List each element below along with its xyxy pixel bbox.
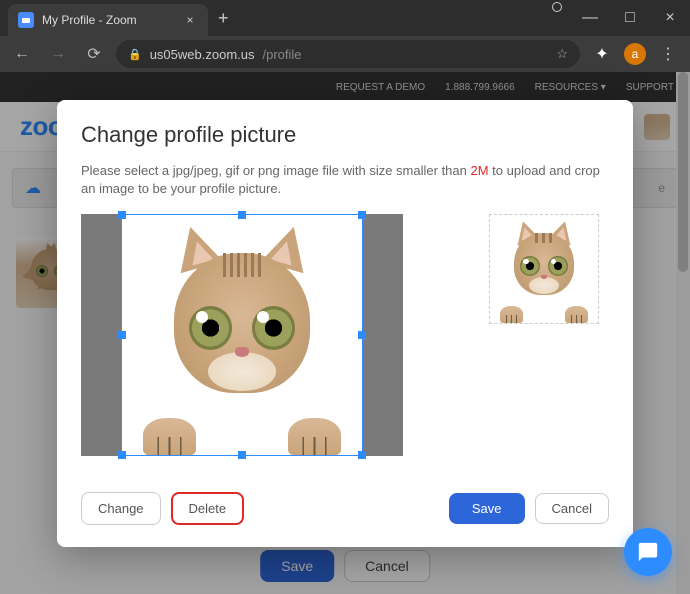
- crop-handle-tl[interactable]: [118, 211, 126, 219]
- minimize-button[interactable]: —: [570, 2, 610, 34]
- chat-icon: [637, 541, 659, 563]
- url-field[interactable]: 🔒 us05web.zoom.us/profile ☆: [116, 40, 580, 68]
- crop-handle-ml[interactable]: [118, 331, 126, 339]
- modal-actions: Change Delete Save Cancel: [81, 492, 609, 525]
- chrome-profile-avatar[interactable]: a: [624, 43, 646, 65]
- url-host: us05web.zoom.us: [150, 47, 255, 62]
- lock-icon: 🔒: [128, 48, 142, 61]
- tab-title: My Profile - Zoom: [42, 13, 137, 27]
- modal-title: Change profile picture: [81, 122, 609, 148]
- back-button[interactable]: ←: [8, 45, 36, 63]
- crop-handle-tm[interactable]: [238, 211, 246, 219]
- crop-handle-bm[interactable]: [238, 451, 246, 459]
- crop-preview: [489, 214, 599, 324]
- crop-handle-tr[interactable]: [358, 211, 366, 219]
- window-controls: — □ ×: [552, 2, 690, 34]
- modal-help-text: Please select a jpg/jpeg, gif or png ima…: [81, 162, 609, 198]
- modal-cancel-button[interactable]: Cancel: [535, 493, 609, 524]
- browser-tab[interactable]: My Profile - Zoom ×: [8, 4, 208, 36]
- close-window-button[interactable]: ×: [650, 2, 690, 34]
- size-limit: 2M: [470, 163, 488, 178]
- crop-handle-mr[interactable]: [358, 331, 366, 339]
- crop-handle-br[interactable]: [358, 451, 366, 459]
- address-bar: ← → ⟳ 🔒 us05web.zoom.us/profile ☆ ✦ a ⋮: [0, 36, 690, 72]
- modal-overlay: Change profile picture Please select a j…: [0, 72, 690, 594]
- new-tab-button[interactable]: +: [208, 8, 239, 29]
- chrome-menu-button[interactable]: ⋮: [654, 44, 682, 64]
- modal-save-button[interactable]: Save: [449, 493, 525, 524]
- browser-tab-strip: My Profile - Zoom × + — □ ×: [0, 0, 690, 36]
- delete-button[interactable]: Delete: [171, 492, 245, 525]
- record-icon[interactable]: [552, 2, 562, 12]
- bookmark-star-icon[interactable]: ☆: [556, 46, 568, 62]
- reload-button[interactable]: ⟳: [80, 44, 108, 64]
- change-profile-picture-modal: Change profile picture Please select a j…: [57, 100, 633, 547]
- maximize-button[interactable]: □: [610, 2, 650, 34]
- zoom-favicon: [18, 12, 34, 28]
- chat-fab[interactable]: [624, 528, 672, 576]
- crop-selection[interactable]: [121, 214, 363, 456]
- crop-area[interactable]: [81, 214, 403, 456]
- close-tab-icon[interactable]: ×: [182, 13, 198, 27]
- url-path: /profile: [262, 47, 301, 62]
- forward-button[interactable]: →: [44, 45, 72, 63]
- crop-handle-bl[interactable]: [118, 451, 126, 459]
- extensions-icon[interactable]: ✦: [588, 44, 616, 64]
- change-button[interactable]: Change: [81, 492, 161, 525]
